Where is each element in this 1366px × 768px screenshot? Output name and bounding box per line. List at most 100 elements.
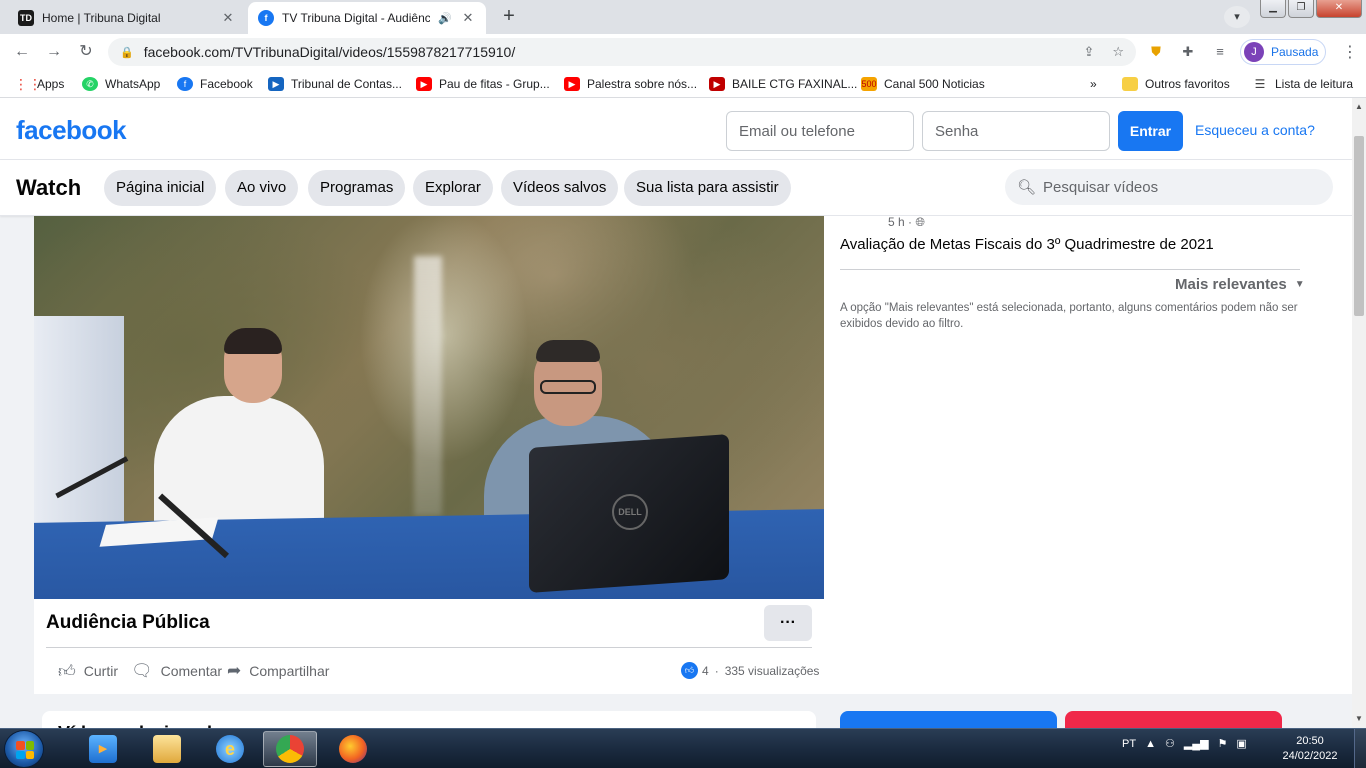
facebook-logo[interactable]: facebook — [16, 115, 127, 146]
media-player-icon: ▶ — [89, 735, 117, 763]
windows-taskbar: ▶ e PT ▲ ⚇ ▂▄▆ ⚑ ▣ 20:50 24/02/2022 — [0, 728, 1366, 768]
taskbar-media-player[interactable]: ▶ — [76, 731, 130, 767]
audio-playing-icon[interactable]: 🔊 — [438, 12, 452, 25]
bookmark-apps[interactable]: ⋮⋮ Apps — [14, 76, 64, 92]
internet-explorer-icon: e — [216, 735, 244, 763]
password-field[interactable] — [922, 111, 1110, 151]
video-scene-glasses — [540, 380, 596, 394]
start-button[interactable] — [4, 730, 44, 768]
nav-pagina-inicial[interactable]: Página inicial — [104, 170, 217, 206]
close-tab-icon[interactable]: ✕ — [220, 10, 236, 26]
profile-button[interactable]: J Pausada — [1240, 39, 1326, 65]
bookmark-whatsapp[interactable]: ✆ WhatsApp — [82, 76, 160, 92]
filter-note: A opção "Mais relevantes" está seleciona… — [840, 302, 1298, 330]
bookmark-pau-de-fitas[interactable]: ▶ Pau de fitas - Grup... — [416, 76, 550, 92]
nav-ao-vivo[interactable]: Ao vivo — [225, 170, 299, 206]
youtube-icon: ▶ — [564, 77, 580, 91]
bookmark-facebook[interactable]: f Facebook — [177, 76, 253, 92]
bookmarks-overflow-button[interactable]: » — [1090, 76, 1097, 92]
nav-explorar[interactable]: Explorar — [413, 170, 493, 206]
nav-videos-salvos[interactable]: Vídeos salvos — [501, 170, 619, 206]
share-button[interactable]: ➦ Compartilhar — [227, 660, 329, 682]
tab-title: TV Tribuna Digital - Audiência — [282, 11, 431, 25]
facebook-icon: f — [177, 77, 193, 91]
dell-logo: DELL — [612, 494, 648, 530]
restore-icon[interactable]: ❐ — [1288, 0, 1314, 18]
tribuna-favicon-icon: TD — [18, 10, 34, 26]
bookmark-other-favorites[interactable]: Outros favoritos — [1122, 76, 1230, 92]
reload-icon[interactable]: ↻ — [74, 40, 98, 64]
scroll-up-arrow-icon[interactable]: ▲ — [1352, 100, 1366, 114]
tray-expand-icon[interactable]: ▲ — [1145, 738, 1156, 750]
sort-comments-dropdown[interactable]: Mais relevantes ▼ — [1175, 276, 1305, 293]
nav-programas[interactable]: Programas — [308, 170, 406, 206]
more-options-button[interactable]: ··· — [764, 605, 812, 641]
search-icon: 🔍︎ — [1017, 179, 1037, 196]
new-tab-button[interactable]: + — [496, 5, 522, 29]
taskbar-firefox[interactable] — [326, 731, 380, 767]
comment-button[interactable]: 🗨 Comentar — [131, 660, 222, 682]
folder-icon — [153, 735, 181, 763]
windows-logo-icon — [16, 741, 34, 759]
browser-menu-icon[interactable]: ⋮ — [1342, 42, 1358, 62]
tribunal-icon: ▶ — [268, 77, 284, 91]
window-controls: ▁ ❐ ✕ — [1260, 0, 1362, 18]
search-input[interactable] — [1043, 178, 1321, 196]
signal-icon[interactable]: ▂▄▆ — [1184, 737, 1209, 750]
network-people-icon[interactable]: ⚇ — [1165, 737, 1175, 750]
shield-extension-icon[interactable]: ⛊ — [1146, 42, 1166, 62]
lock-icon[interactable]: 🔒 — [120, 46, 134, 59]
video-scene-person-hair — [224, 328, 282, 354]
video-player[interactable]: DELL — [34, 216, 824, 599]
youtube-icon: ▶ — [416, 77, 432, 91]
taskbar-internet-explorer[interactable]: e — [203, 731, 257, 767]
watch-title[interactable]: Watch — [16, 175, 81, 201]
video-description: Avaliação de Metas Fiscais do 3º Quadrim… — [840, 236, 1214, 253]
scroll-thumb[interactable] — [1354, 136, 1364, 316]
login-button[interactable]: Entrar — [1118, 111, 1183, 151]
close-tab-icon[interactable]: ✕ — [460, 10, 476, 26]
language-indicator[interactable]: PT — [1122, 738, 1136, 750]
bookmark-palestra[interactable]: ▶ Palestra sobre nós... — [564, 76, 697, 92]
like-count[interactable]: 4 — [702, 664, 709, 678]
window-close-icon[interactable]: ✕ — [1316, 0, 1362, 18]
video-stats: 👍︎ 4 · 335 visualizações — [681, 662, 819, 679]
url-text[interactable]: facebook.com/TVTribunaDigital/videos/155… — [144, 44, 1066, 60]
taskbar-explorer[interactable] — [140, 731, 194, 767]
tab-search-icon[interactable]: ▾ — [1224, 6, 1250, 28]
folder-icon — [1122, 77, 1138, 91]
facebook-favicon-icon: f — [258, 10, 274, 26]
tab-tribuna-home[interactable]: TD Home | Tribuna Digital ✕ — [8, 2, 246, 34]
avatar: J — [1244, 42, 1264, 62]
share-icon[interactable]: ⇪ — [1083, 44, 1094, 60]
bookmark-canal-500[interactable]: 500 Canal 500 Noticias — [861, 76, 985, 92]
address-bar[interactable]: 🔒 facebook.com/TVTribunaDigital/videos/1… — [108, 38, 1136, 66]
nav-sua-lista[interactable]: Sua lista para assistir — [624, 170, 791, 206]
forward-arrow-icon[interactable]: → — [42, 40, 66, 64]
back-arrow-icon[interactable]: ← — [10, 40, 34, 64]
bookmark-baile-ctg[interactable]: ▶ BAILE CTG FAXINAL... — [709, 76, 857, 92]
email-field[interactable] — [726, 111, 914, 151]
action-center-flag-icon[interactable]: ⚑ — [1218, 737, 1228, 750]
scroll-down-arrow-icon[interactable]: ▼ — [1352, 712, 1366, 726]
notification-icon[interactable]: ▣ — [1236, 737, 1246, 750]
caret-down-icon: ▼ — [1294, 279, 1305, 290]
browser-tabstrip: TD Home | Tribuna Digital ✕ f TV Tribuna… — [0, 0, 1366, 34]
show-desktop-button[interactable] — [1354, 729, 1366, 768]
minimize-icon[interactable]: ▁ — [1260, 0, 1286, 18]
taskbar-clock[interactable]: 20:50 24/02/2022 — [1270, 734, 1350, 764]
extensions-puzzle-icon[interactable]: ✚ — [1178, 42, 1198, 62]
bookmark-tribunal[interactable]: ▶ Tribunal de Contas... — [268, 76, 402, 92]
tab-tv-tribuna[interactable]: f TV Tribuna Digital - Audiência 🔊 ✕ — [248, 2, 486, 34]
taskbar-chrome[interactable] — [263, 731, 317, 767]
post-time[interactable]: 5 h · 🌐︎ — [888, 215, 925, 230]
video-scene-person-hair — [536, 340, 600, 362]
forgot-account-link[interactable]: Esqueceu a conta? — [1195, 122, 1315, 138]
bookmark-star-icon[interactable]: ☆ — [1112, 44, 1124, 60]
reading-list-button[interactable]: ☰ Lista de leitura — [1252, 76, 1353, 92]
like-reaction-icon[interactable]: 👍︎ — [681, 662, 698, 679]
like-button[interactable]: 👍︎ Curtir — [58, 660, 118, 682]
facebook-header: facebook Entrar Esqueceu a conta? — [0, 98, 1352, 160]
video-search[interactable]: 🔍︎ — [1005, 169, 1333, 205]
media-queue-icon[interactable]: ≡ — [1210, 42, 1230, 62]
